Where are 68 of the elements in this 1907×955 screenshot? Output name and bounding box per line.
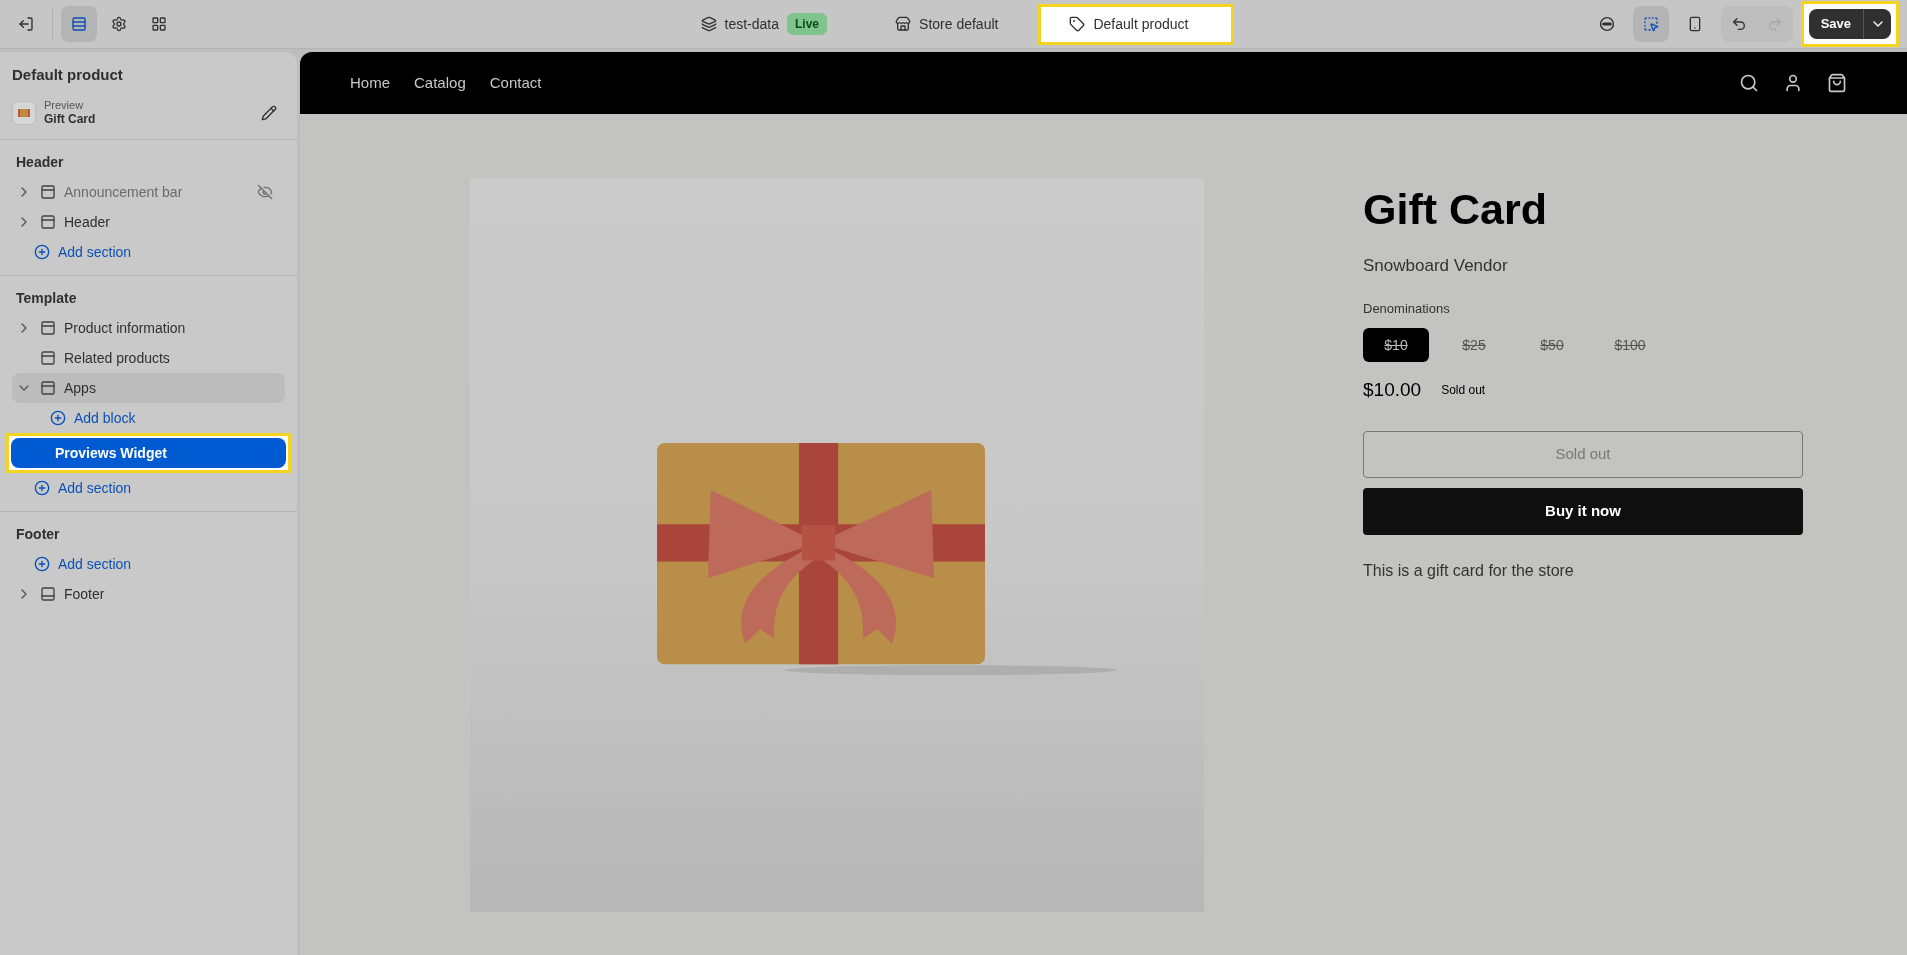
section-label: Announcement bar (64, 182, 183, 202)
add-icon (34, 556, 50, 573)
context-tab[interactable]: test-data Live (672, 3, 856, 45)
store-icon (895, 16, 912, 32)
add-link[interactable]: Add section (0, 549, 297, 580)
inspector-icon (1642, 16, 1659, 32)
section-label: Related products (64, 348, 170, 368)
option-label: Denominations (1363, 299, 1451, 318)
price: $10.00 (1363, 378, 1422, 402)
product-title: Gift Card (1363, 188, 1548, 231)
section-icon (40, 214, 56, 231)
cart-icon[interactable] (1827, 73, 1847, 93)
inspector-button[interactable] (1632, 6, 1669, 42)
context-tab[interactable]: Store default (867, 3, 1027, 45)
group-heading: Footer (15, 525, 61, 545)
save-options-button[interactable] (1863, 9, 1891, 39)
hidden-icon[interactable] (257, 184, 273, 201)
add-icon (50, 410, 66, 427)
tag-icon (1069, 16, 1086, 32)
settings-icon (111, 16, 127, 32)
search-icon[interactable] (1739, 73, 1759, 93)
section-label: Footer (64, 584, 105, 604)
add-icon (34, 244, 50, 261)
group-heading: Header (15, 153, 65, 173)
preview-label: Preview (44, 98, 85, 113)
sold-out-label: Sold out (1441, 382, 1486, 400)
exit-icon (18, 16, 34, 32)
section-label: Product information (64, 318, 186, 338)
section-item[interactable]: Related products (12, 343, 285, 374)
live-badge: Live (787, 13, 828, 35)
save-button[interactable]: Save (1808, 9, 1863, 39)
template-title: Default product (12, 65, 124, 85)
section-icon (40, 184, 56, 201)
section-item[interactable]: Product information (12, 313, 285, 344)
variant-option[interactable]: $10 (1363, 328, 1429, 362)
add-link[interactable]: Add section (0, 473, 297, 504)
group-heading: Template (15, 289, 78, 309)
sections-button[interactable] (61, 6, 97, 42)
section-item[interactable]: Footer (12, 579, 285, 610)
section-label: Header (64, 212, 110, 232)
section-icon (40, 380, 56, 397)
preview-product: Gift Card (44, 112, 96, 128)
nav-link[interactable]: Catalog (414, 71, 466, 95)
add-link[interactable]: Add block (0, 403, 297, 434)
sections-icon (71, 16, 87, 32)
add-link[interactable]: Add section (0, 237, 297, 268)
footer-section-icon (40, 586, 56, 603)
product-description: This is a gift card for the store (1363, 560, 1575, 581)
section-label: Apps (64, 378, 96, 398)
variant-option[interactable]: $25 (1441, 328, 1507, 362)
section-item[interactable]: Header (12, 207, 285, 238)
nav-link[interactable]: Home (350, 71, 390, 95)
product-thumbnail (12, 100, 36, 125)
edit-button[interactable] (261, 104, 277, 121)
section-icon (40, 320, 56, 337)
context-tab[interactable]: Default product (1038, 3, 1235, 45)
variant-option[interactable]: $100 (1597, 328, 1663, 362)
section-icon (40, 350, 56, 367)
block-item[interactable]: Proviews Widget (11, 438, 286, 469)
nav-link[interactable]: Contact (489, 71, 542, 95)
variant-option[interactable]: $50 (1519, 328, 1585, 362)
vendor-name: Snowboard Vendor (1363, 255, 1509, 277)
section-item[interactable]: Apps (12, 373, 285, 404)
buy-now-button[interactable]: Buy it now (1363, 487, 1803, 535)
add-icon (34, 480, 50, 497)
apps-grid-icon (151, 16, 167, 32)
undo-icon (1730, 16, 1747, 32)
account-icon[interactable] (1783, 73, 1803, 93)
